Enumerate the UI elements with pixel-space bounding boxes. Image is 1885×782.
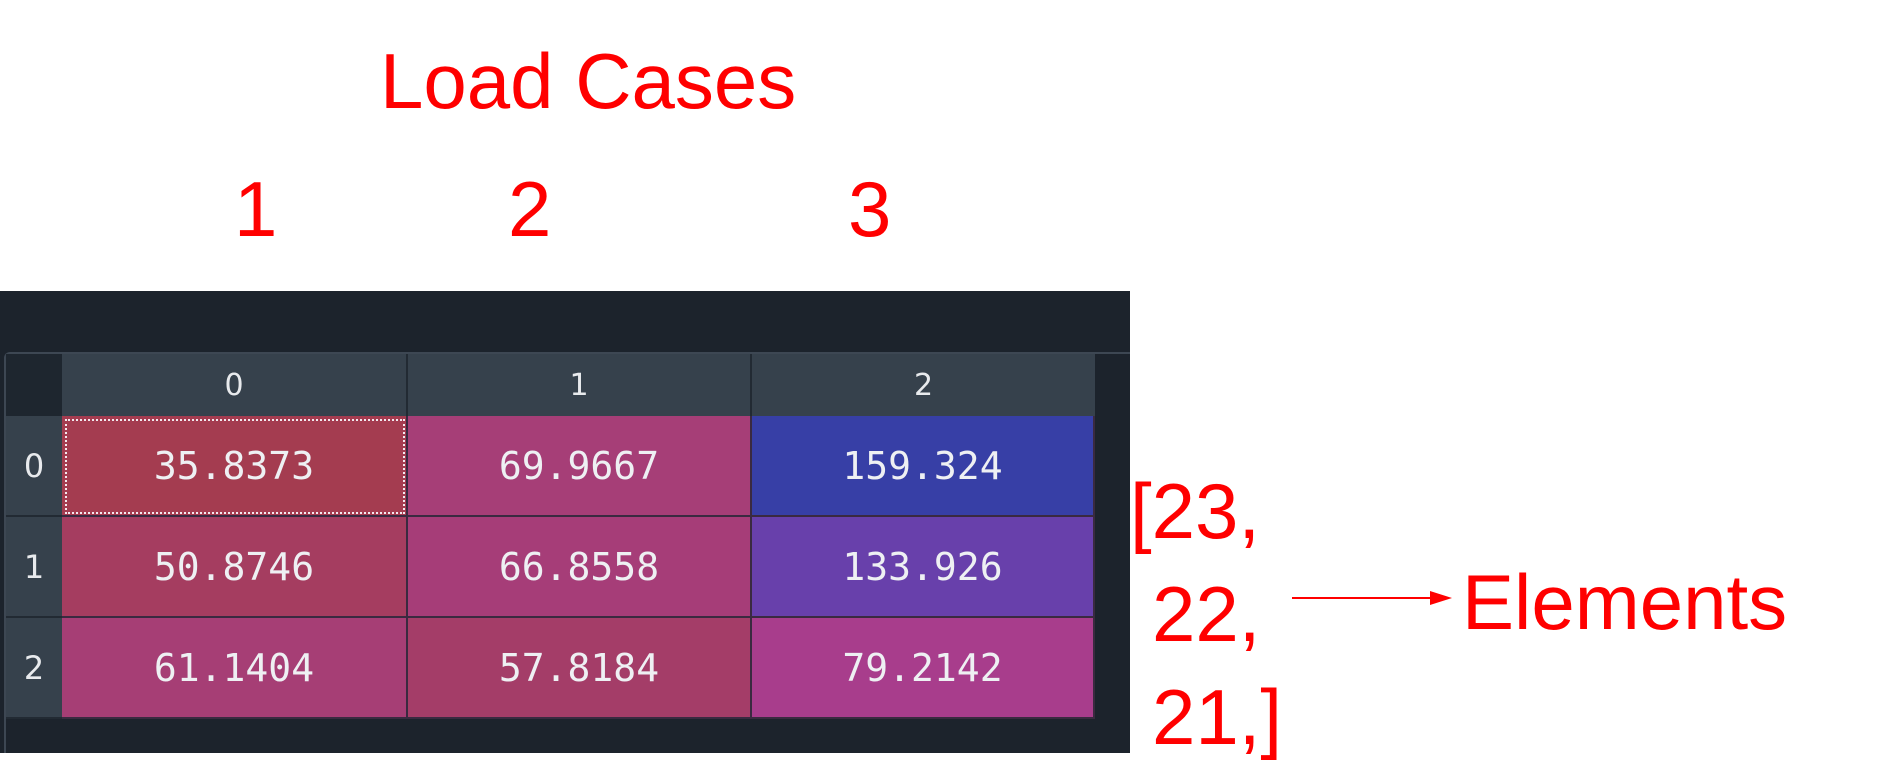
row-header-0[interactable]: 0 — [6, 416, 62, 517]
table-cell[interactable]: 159.324 — [752, 416, 1095, 517]
element-id-line: 22, — [1152, 570, 1261, 658]
table-cell[interactable]: 133.926 — [752, 517, 1095, 618]
element-id-list: [23, 22, 21,] — [1130, 460, 1282, 769]
arrow-right-icon — [1292, 591, 1452, 605]
load-case-number-3: 3 — [848, 165, 892, 253]
table-cell[interactable]: 69.9667 — [408, 416, 752, 517]
element-id-line: 21,] — [1152, 673, 1283, 761]
row-header-2[interactable]: 2 — [6, 618, 62, 719]
table-cell[interactable]: 50.8746 — [62, 517, 408, 618]
table-cell[interactable]: 66.8558 — [408, 517, 752, 618]
elements-label: Elements — [1462, 558, 1788, 646]
load-case-number-2: 2 — [508, 165, 552, 253]
load-case-number-1: 1 — [234, 165, 278, 253]
table-corner[interactable] — [6, 354, 62, 416]
table-bottom-strip — [62, 719, 1095, 753]
row-header-1[interactable]: 1 — [6, 517, 62, 618]
table-scroll-gutter — [1095, 416, 1130, 753]
table-cell[interactable]: 35.8373 — [62, 416, 408, 517]
table-cell[interactable]: 79.2142 — [752, 618, 1095, 719]
column-header-2[interactable]: 2 — [752, 354, 1095, 416]
table-cell[interactable]: 61.1404 — [62, 618, 408, 719]
column-header-1[interactable]: 1 — [408, 354, 752, 416]
table-cell[interactable]: 57.8184 — [408, 618, 752, 719]
element-id-line: [23, — [1130, 467, 1261, 555]
table-widget: 0 1 2 0 1 2 35.8373 69.9667 159.324 50.8… — [0, 291, 1130, 753]
load-cases-title: Load Cases — [380, 37, 797, 125]
column-header-0[interactable]: 0 — [62, 354, 408, 416]
